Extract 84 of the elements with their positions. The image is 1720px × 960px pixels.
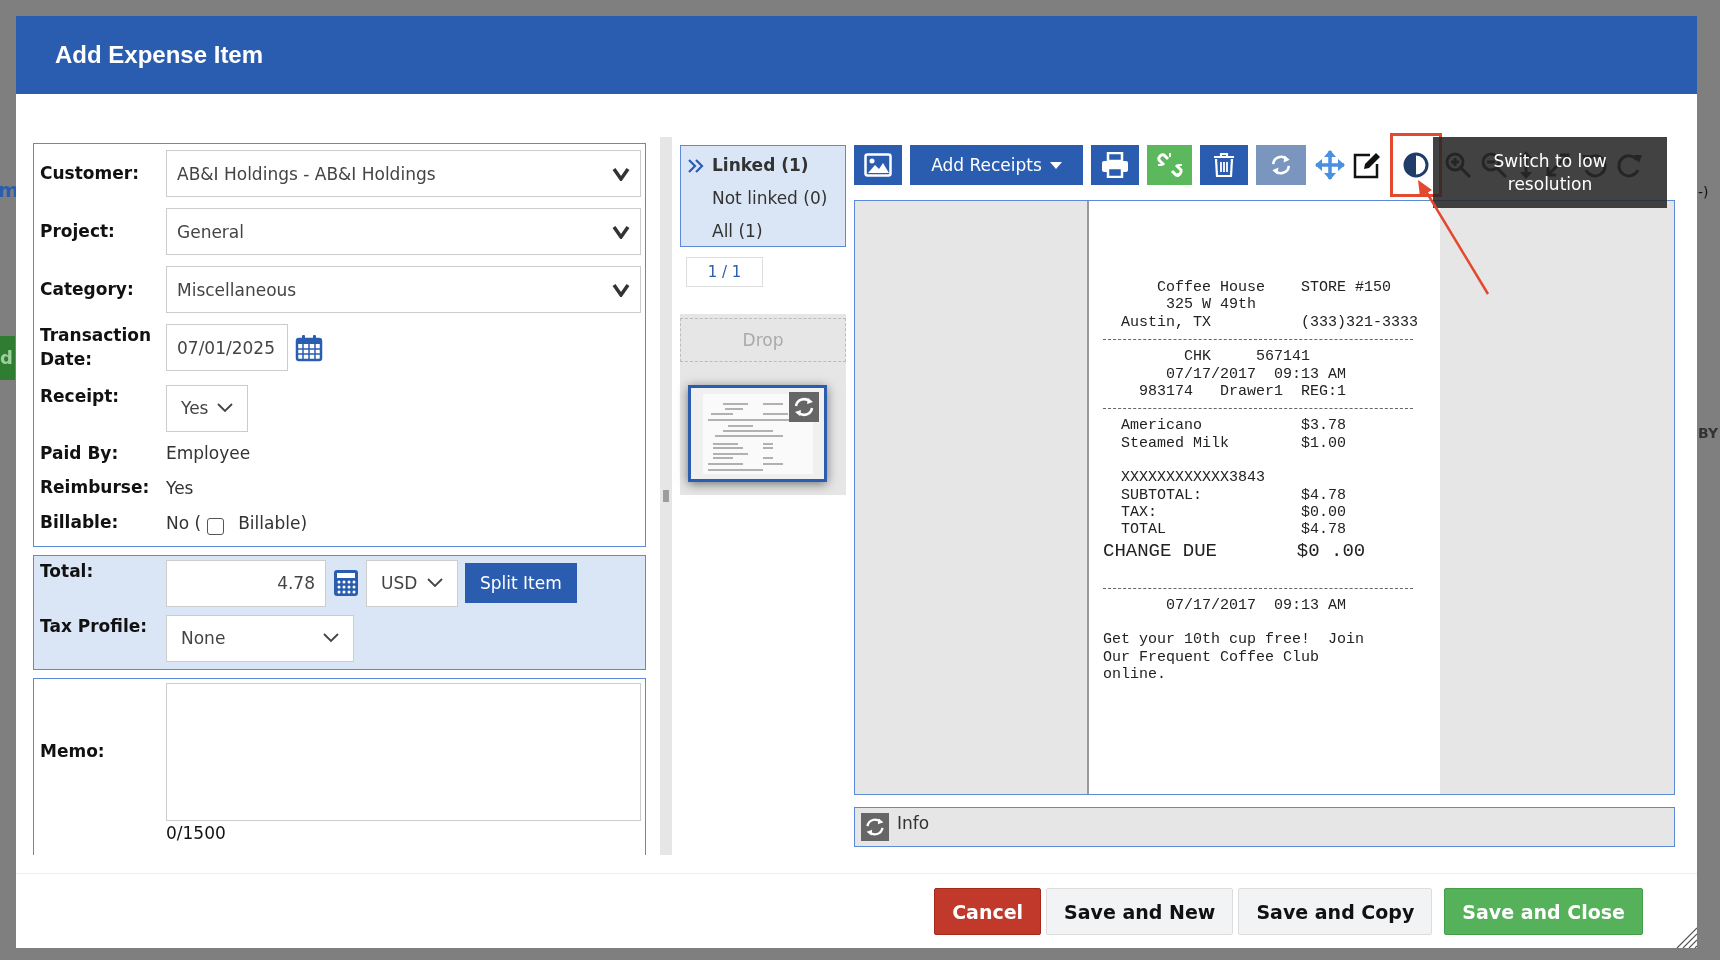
receipt-line: Steamed Milk $1.00: [1120, 434, 1348, 453]
footer-button[interactable]: Save and New: [1046, 888, 1234, 935]
receipt-line: CHK 567141: [1183, 348, 1312, 366]
chevron-icon: [612, 224, 630, 239]
refresh-button[interactable]: [1256, 145, 1306, 185]
field-label: Tax Profile:: [40, 615, 149, 638]
receipt-line: 983174 Drawer1 REG:1: [1138, 383, 1348, 401]
receipt-line: Our Frequent Coffee Club: [1103, 648, 1321, 667]
chevron-icon: [612, 166, 630, 181]
printer-icon: [1101, 152, 1129, 178]
receipt-line: 07/17/2017 09:13 AM: [1165, 365, 1348, 384]
field-value: No (: [166, 513, 202, 534]
refresh-icon[interactable]: [789, 392, 819, 422]
receipt-line: CHANGE DUE $0 .00: [1103, 538, 1367, 563]
contrast-icon[interactable]: [1403, 152, 1429, 178]
field-label: Reimburse:: [40, 476, 151, 500]
receipt-line: online.: [1103, 666, 1167, 684]
double-chevron-icon: [688, 158, 704, 174]
grip-icon: [663, 490, 669, 502]
receipt-line: TAX: $0.00: [1120, 504, 1348, 522]
receipt-thumbnail[interactable]: [688, 385, 827, 482]
print-button[interactable]: [1091, 145, 1139, 185]
field-label: Memo:: [40, 740, 106, 764]
split-item-button[interactable]: Split Item: [465, 563, 577, 604]
amount-field[interactable]: 4.78: [166, 560, 326, 607]
select-field[interactable]: Miscellaneous: [166, 266, 641, 313]
receipt-line: XXXXXXXXXXXX3843: [1120, 469, 1267, 487]
select-field[interactable]: AB&I Holdings - AB&I Holdings: [166, 150, 641, 197]
broken-link-icon: [1155, 151, 1184, 179]
billable-checkbox[interactable]: [207, 517, 225, 535]
filter-item[interactable]: Not linked (0): [712, 187, 828, 208]
move-icon[interactable]: [1314, 149, 1346, 181]
field-label: Billable:: [40, 511, 120, 535]
caret-icon: [1049, 161, 1062, 169]
receipt-line: 325 W 49th: [1165, 296, 1258, 314]
receipt-line: 07/17/2017 09:13 AM: [1165, 596, 1348, 615]
field-label: Paid By:: [40, 441, 120, 465]
splitter-handle[interactable]: [660, 137, 672, 855]
field-label: Project:: [40, 219, 116, 243]
field-label: Category:: [40, 277, 135, 301]
select-field[interactable]: General: [166, 208, 641, 255]
field-value: Yes: [166, 478, 195, 499]
info-label: Info: [897, 813, 930, 833]
footer-button[interactable]: Save and Copy: [1238, 888, 1433, 935]
field-label: Customer:: [40, 161, 140, 185]
page-indicator: 1 / 1: [686, 257, 763, 287]
add-receipts-button[interactable]: Add Receipts: [910, 145, 1083, 185]
image-icon: [864, 153, 892, 177]
background-text: d: [0, 336, 15, 380]
receipt-line: Americano $3.78: [1120, 417, 1348, 435]
background-text: BY: [1698, 425, 1719, 441]
filter-item[interactable]: Linked (1): [712, 154, 809, 175]
receipt-line: Coffee House STORE #150: [1156, 279, 1393, 297]
memo-field[interactable]: [166, 683, 641, 821]
image-button[interactable]: [854, 145, 902, 185]
tooltip: Switch to low resolution: [1433, 137, 1667, 208]
field-value: Employee: [166, 443, 252, 464]
chevron-icon: [427, 578, 443, 589]
footer-button[interactable]: Cancel: [934, 888, 1042, 935]
select-field[interactable]: Yes: [166, 384, 248, 432]
background-text: -): [1698, 184, 1709, 200]
character-counter: 0/1500: [166, 823, 227, 843]
chevron-icon: [323, 633, 339, 644]
delete-button[interactable]: [1200, 145, 1248, 185]
field-label: Total:: [40, 560, 95, 583]
tax-profile-select[interactable]: None: [166, 615, 354, 662]
receipt-line: Get your 10th cup free! Join: [1103, 631, 1366, 649]
chevron-icon: [612, 282, 630, 297]
receipt-line: TOTAL $4.78: [1120, 521, 1348, 539]
date-field[interactable]: 07/01/2025: [166, 324, 288, 372]
field-label: Receipt:: [40, 384, 121, 408]
dialog-title: Add Expense Item: [55, 41, 264, 69]
calculator-icon[interactable]: [333, 569, 359, 598]
trash-icon: [1213, 152, 1235, 178]
field-label: Transaction Date:: [40, 324, 153, 371]
checkbox-label: Billable): [238, 513, 307, 534]
filter-item[interactable]: All (1): [712, 220, 763, 241]
receipt-line: SUBTOTAL: $4.78: [1120, 486, 1348, 505]
chevron-icon: [217, 403, 233, 414]
calendar-icon[interactable]: [295, 333, 323, 362]
currency-select[interactable]: USD: [366, 560, 458, 607]
edit-icon[interactable]: [1352, 150, 1382, 180]
refresh-icon[interactable]: [861, 813, 889, 841]
receipt-line: Austin, TX (333)321-3333: [1120, 313, 1420, 332]
